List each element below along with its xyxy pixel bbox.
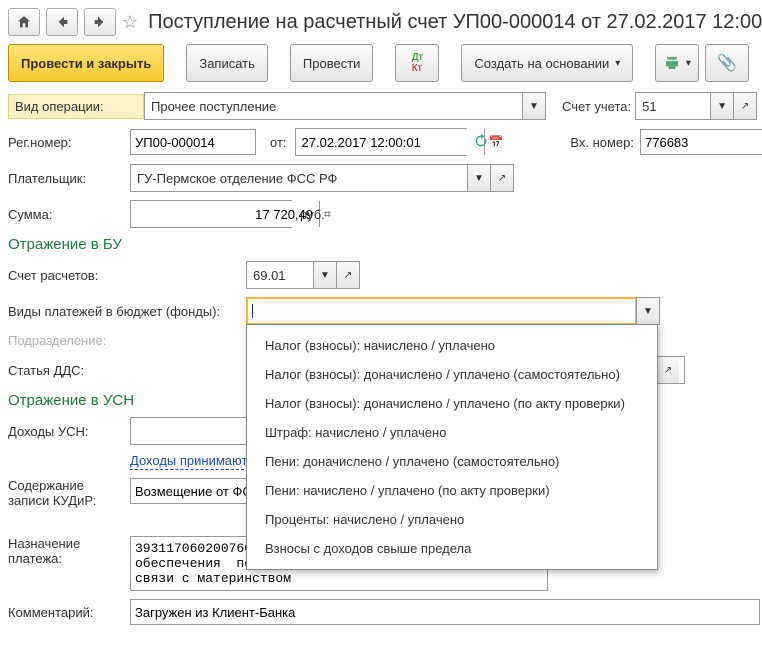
kudir-label: Содержаниезаписи КУДиР: (8, 478, 130, 508)
dept-label: Подразделение: (8, 333, 130, 348)
dropdown-option[interactable]: Взносы с доходов свыше предела (247, 534, 657, 563)
comment-input[interactable] (130, 599, 760, 625)
refresh-icon[interactable] (473, 133, 489, 152)
payer-input[interactable]: ГУ-Пермское отделение ФСС РФ (131, 165, 467, 191)
operation-type-select[interactable]: Прочее поступление (145, 93, 522, 119)
reg-number-label: Рег.номер: (8, 135, 130, 150)
payment-type-dropdown-list: Налог (взносы): начислено / уплачено Нал… (246, 324, 658, 570)
star-icon[interactable]: ☆ (122, 12, 138, 33)
payment-type-label: Виды платежей в бюджет (фонды): (8, 304, 246, 319)
account-open-icon[interactable]: ↗ (733, 93, 756, 119)
dtkt-button[interactable]: ДтКт (395, 44, 439, 82)
arrow-left-icon (54, 14, 70, 30)
home-icon (16, 14, 32, 30)
sum-label: Сумма: (8, 207, 130, 222)
sum-input[interactable] (131, 201, 319, 227)
print-menu-button[interactable] (655, 44, 699, 82)
account-dropdown-icon[interactable]: ▼ (710, 93, 733, 119)
attachments-button[interactable]: 📎 (705, 44, 749, 82)
save-button[interactable]: Записать (186, 44, 268, 82)
forward-button[interactable] (84, 8, 116, 36)
usn-accepted-link[interactable]: Доходы принимаютс (130, 453, 254, 470)
page-title: Поступление на расчетный счет УП00-00001… (148, 11, 762, 34)
from-label: от: (270, 135, 287, 150)
calc-account-open-icon[interactable]: ↗ (336, 262, 359, 288)
dropdown-option[interactable]: Пени: начислено / уплачено (по акту пров… (247, 476, 657, 505)
payment-type-dropdown-icon[interactable]: ▼ (636, 298, 659, 324)
dropdown-option[interactable]: Пени: доначислено / уплачено (самостояте… (247, 447, 657, 476)
payment-type-input[interactable] (246, 297, 637, 325)
account-select[interactable]: 51 (636, 93, 710, 119)
account-label: Счет учета: (562, 99, 631, 114)
calc-account-label: Счет расчетов: (8, 268, 246, 283)
kudir-input[interactable] (130, 478, 256, 504)
dropdown-option[interactable]: Налог (взносы): доначислено / уплачено (… (247, 389, 657, 418)
back-button[interactable] (46, 8, 78, 36)
post-button[interactable]: Провести (290, 44, 374, 82)
dropdown-option[interactable]: Налог (взносы): начислено / уплачено (247, 331, 657, 360)
bu-section-title: Отражение в БУ (8, 236, 762, 253)
dds-label: Статья ДДС: (8, 363, 130, 378)
ext-number-label: Вх. номер: (570, 135, 634, 150)
calc-account-dropdown-icon[interactable]: ▼ (313, 262, 336, 288)
operation-type-dropdown-icon[interactable]: ▼ (522, 93, 545, 119)
ext-number-input[interactable] (640, 129, 762, 155)
dtkt-icon: ДтКт (412, 52, 423, 74)
reg-number-input[interactable] (130, 129, 256, 155)
payer-dropdown-icon[interactable]: ▼ (467, 165, 490, 191)
comment-label: Комментарий: (8, 605, 130, 620)
paperclip-icon: 📎 (717, 53, 737, 73)
arrow-right-icon (92, 14, 108, 30)
dropdown-option[interactable]: Штраф: начислено / уплачено (247, 418, 657, 447)
dropdown-option[interactable]: Налог (взносы): доначислено / уплачено (… (247, 360, 657, 389)
print-icon (664, 55, 680, 71)
operation-type-label: Вид операции: (8, 94, 144, 119)
calc-account-input[interactable]: 69.01 (247, 262, 313, 288)
date-input[interactable] (296, 129, 484, 155)
payer-label: Плательщик: (8, 171, 130, 186)
payer-open-icon[interactable]: ↗ (490, 165, 513, 191)
dds-open-icon[interactable]: ↗ (656, 357, 679, 383)
dropdown-option[interactable]: Проценты: начислено / уплачено (247, 505, 657, 534)
currency-label: руб. (300, 207, 325, 222)
post-and-close-button[interactable]: Провести и закрыть (8, 44, 164, 82)
create-based-button[interactable]: Создать на основании (461, 44, 633, 82)
usn-income-label: Доходы УСН: (8, 424, 130, 439)
home-button[interactable] (8, 8, 40, 36)
purpose-label: Назначениеплатежа: (8, 536, 130, 566)
